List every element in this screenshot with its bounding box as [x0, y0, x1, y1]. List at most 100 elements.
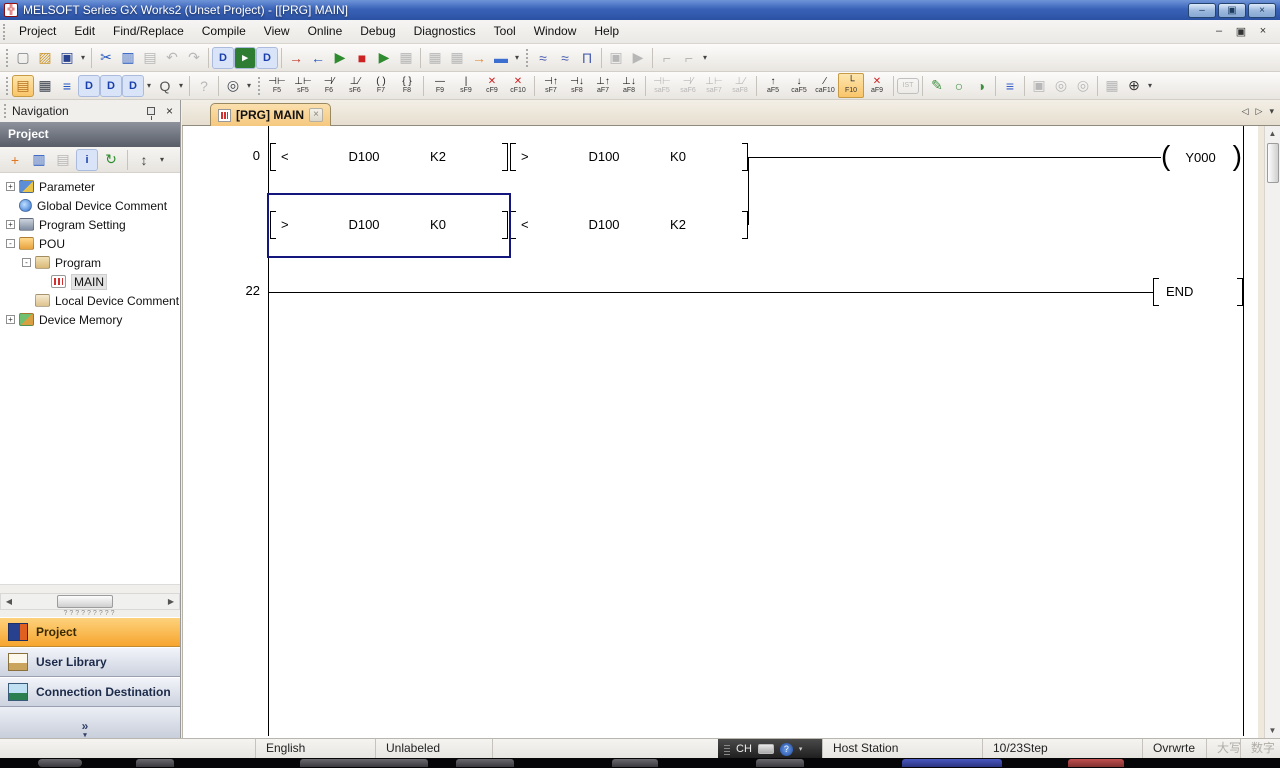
property-icon[interactable]: i: [76, 149, 98, 171]
toolbar-grip[interactable]: [258, 77, 260, 95]
convert-result-button[interactable]: ↓caF5: [786, 73, 812, 98]
tree-item-device-memory[interactable]: +Device Memory: [0, 310, 180, 329]
invert-result-button[interactable]: ↑aF5: [760, 73, 786, 98]
taskbar-item[interactable]: [300, 759, 428, 767]
monitor-start-icon[interactable]: ▶: [329, 47, 351, 69]
menu-diagnostics[interactable]: Diagnostics: [405, 20, 485, 43]
tree-item-pou[interactable]: -POU: [0, 234, 180, 253]
entry-ladder-monitor-icon[interactable]: ≈: [554, 47, 576, 69]
device-display-icon[interactable]: D: [122, 75, 144, 97]
menu-edit[interactable]: Edit: [65, 20, 104, 43]
copy-icon[interactable]: ▥: [117, 47, 139, 69]
tab-close-icon[interactable]: ×: [309, 108, 323, 122]
device-batch-monitor-icon[interactable]: D: [100, 75, 122, 97]
scrollbar-thumb[interactable]: [1267, 143, 1279, 183]
tree-item-global-device-comment[interactable]: Global Device Comment: [0, 196, 180, 215]
monitor-mode-icon[interactable]: ▬: [490, 47, 512, 69]
language-bar[interactable]: CH ? ▾: [718, 739, 822, 759]
falling-pulse-branch-button[interactable]: ⊥↓aF8: [616, 73, 642, 98]
dropdown-arrow-icon[interactable]: ▾: [157, 155, 167, 164]
toolbar-grip[interactable]: [6, 49, 8, 67]
monitor-watch-icon[interactable]: ▶: [373, 47, 395, 69]
rising-pulse-branch-button[interactable]: ⊥↑aF7: [590, 73, 616, 98]
delete-line-button[interactable]: ∕caF10: [812, 73, 838, 98]
rising-pulse-button[interactable]: ⊣↑sF7: [538, 73, 564, 98]
open-branch-button[interactable]: ⊥⊢sF5: [290, 73, 316, 98]
view-selector-more[interactable]: » ▾: [0, 707, 180, 739]
mdi-minimize-button[interactable]: –: [1212, 25, 1226, 38]
vertical-scrollbar[interactable]: ▲ ▼: [1264, 126, 1280, 738]
menu-help[interactable]: Help: [585, 20, 628, 43]
view-button-project[interactable]: Project: [0, 617, 180, 647]
dropdown-arrow-icon[interactable]: ▾: [176, 81, 186, 90]
delete-horizontal-line-button[interactable]: ✕cF9: [479, 73, 505, 98]
panel-close-icon[interactable]: ×: [163, 104, 176, 118]
dropdown-arrow-icon[interactable]: ▾: [144, 81, 154, 90]
scroll-left-icon[interactable]: ◀: [1, 594, 17, 609]
close-contact-button[interactable]: ⊣∕F6: [316, 73, 342, 98]
stop-simulation-icon[interactable]: D: [256, 47, 278, 69]
open-project-icon[interactable]: ▨: [34, 47, 56, 69]
falling-pulse-button[interactable]: ⊣↓sF8: [564, 73, 590, 98]
cut-icon[interactable]: ✂: [95, 47, 117, 69]
ladder-contact[interactable]: >D100K0: [510, 143, 748, 171]
skip-execution-icon[interactable]: →: [468, 47, 490, 69]
taskbar-item[interactable]: [612, 759, 658, 767]
tree-item-program-setting[interactable]: +Program Setting: [0, 215, 180, 234]
tab-list-icon[interactable]: ▾: [1269, 106, 1274, 117]
mdi-restore-button[interactable]: ▣: [1234, 25, 1248, 38]
ladder-end-instruction[interactable]: END: [1153, 278, 1243, 306]
horizontal-line-button[interactable]: —F9: [427, 73, 453, 98]
scroll-down-icon[interactable]: ▼: [1265, 723, 1280, 738]
dropdown-arrow-icon[interactable]: ▾: [244, 81, 254, 90]
menu-grip[interactable]: [3, 24, 5, 40]
device-comment-list-icon[interactable]: D: [78, 75, 100, 97]
ime-options-icon[interactable]: ▾: [799, 745, 803, 753]
close-branch-button[interactable]: ⊥∕sF6: [342, 73, 368, 98]
coil-button[interactable]: ( )F7: [368, 73, 394, 98]
scroll-right-icon[interactable]: ▶: [163, 594, 179, 609]
tree-horizontal-scrollbar[interactable]: ◀ ▶: [0, 593, 180, 610]
language-bar-grip[interactable]: [724, 743, 730, 755]
panel-splitter[interactable]: ?????????: [0, 610, 180, 617]
dropdown-arrow-icon[interactable]: ▾: [78, 53, 88, 62]
navigation-window-icon[interactable]: ▤: [12, 75, 34, 97]
read-from-plc-icon[interactable]: ←: [307, 47, 329, 69]
tree-expander-icon[interactable]: +: [6, 220, 15, 229]
tree-item-main[interactable]: MAIN: [0, 272, 180, 291]
pin-icon[interactable]: [147, 107, 155, 115]
taskbar-item[interactable]: [456, 759, 514, 767]
panel-grip[interactable]: [4, 104, 6, 118]
taskbar-item[interactable]: [756, 759, 804, 767]
menu-tool[interactable]: Tool: [485, 20, 525, 43]
tree-expander-icon[interactable]: -: [22, 258, 31, 267]
copy-data-icon[interactable]: ▥: [28, 149, 50, 171]
monitor-stop-icon[interactable]: ■: [351, 47, 373, 69]
windows-taskbar[interactable]: [0, 758, 1280, 768]
dropdown-arrow-icon[interactable]: ▾: [700, 53, 710, 62]
menu-view[interactable]: View: [255, 20, 299, 43]
cross-reference-icon[interactable]: ◎: [222, 75, 244, 97]
menu-window[interactable]: Window: [525, 20, 586, 43]
ladder-editor[interactable]: 0<D100K2>D100K0(Y000)>D100K0<D100K222END: [182, 126, 1258, 738]
toolbar-grip[interactable]: [526, 49, 528, 67]
ladder-contact[interactable]: <D100K2: [510, 211, 748, 239]
tree-item-local-device-comment[interactable]: Local Device Comment: [0, 291, 180, 310]
minimize-button[interactable]: –: [1188, 3, 1216, 18]
restore-button[interactable]: ▣: [1218, 3, 1246, 18]
draw-line-button[interactable]: └F10: [838, 73, 864, 98]
mdi-close-button[interactable]: ×: [1256, 25, 1270, 38]
ladder-contact[interactable]: <D100K2: [270, 143, 508, 171]
keyboard-icon[interactable]: [758, 744, 774, 754]
start-simulation-icon[interactable]: ▸: [234, 47, 256, 69]
tab-scroll-right-icon[interactable]: ▷: [1256, 106, 1263, 117]
find-icon[interactable]: Q: [154, 75, 176, 97]
tree-item-parameter[interactable]: +Parameter: [0, 177, 180, 196]
delete-vertical-line-button[interactable]: ✕cF10: [505, 73, 531, 98]
new-project-icon[interactable]: ▢: [12, 47, 34, 69]
menu-debug[interactable]: Debug: [351, 20, 404, 43]
dropdown-arrow-icon[interactable]: ▾: [1145, 81, 1155, 90]
menu-online[interactable]: Online: [299, 20, 352, 43]
taskbar-item[interactable]: [902, 759, 1002, 767]
scrollbar-thumb[interactable]: [57, 595, 113, 608]
